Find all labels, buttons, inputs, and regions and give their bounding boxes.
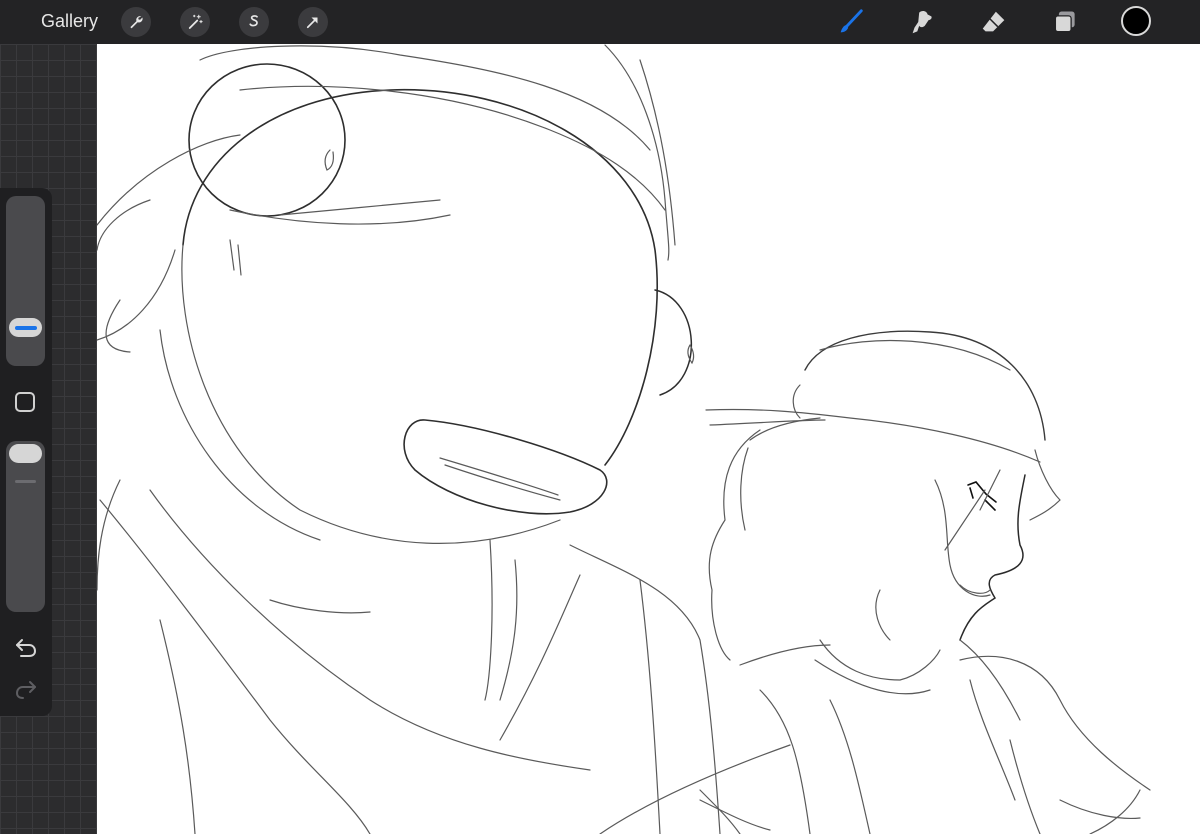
actions-button[interactable]: [121, 7, 151, 37]
undo-icon[interactable]: [13, 636, 39, 658]
size-indicator: [14, 325, 37, 330]
transform-button[interactable]: [298, 7, 328, 37]
layers-button[interactable]: [1049, 6, 1081, 38]
transform-arrow-icon: [306, 17, 318, 29]
brush-size-slider[interactable]: [6, 196, 45, 366]
opacity-mark: [15, 480, 36, 483]
color-picker-button[interactable]: [1121, 6, 1151, 36]
smudge-tool-button[interactable]: [906, 6, 938, 38]
wrench-icon: [130, 16, 143, 29]
brush-size-handle[interactable]: [9, 318, 42, 337]
top-toolbar: Gallery: [0, 0, 1200, 44]
gallery-button[interactable]: Gallery: [41, 11, 98, 32]
modify-square-icon[interactable]: [15, 392, 35, 412]
selection-icon: [249, 15, 258, 27]
brush-icon: [840, 9, 863, 33]
opacity-slider[interactable]: [6, 441, 45, 612]
magic-wand-icon: [188, 14, 203, 29]
brush-tool-button[interactable]: [835, 6, 867, 38]
opacity-handle[interactable]: [9, 444, 42, 463]
redo-icon[interactable]: [13, 678, 39, 700]
adjustments-button[interactable]: [180, 7, 210, 37]
eraser-tool-button[interactable]: [978, 6, 1010, 38]
smudge-icon: [912, 10, 932, 34]
layers-icon: [1054, 11, 1075, 33]
eraser-icon: [982, 11, 1005, 32]
selection-button[interactable]: [239, 7, 269, 37]
sketch-drawing: [97, 44, 1151, 834]
drawing-canvas[interactable]: [97, 44, 1200, 834]
